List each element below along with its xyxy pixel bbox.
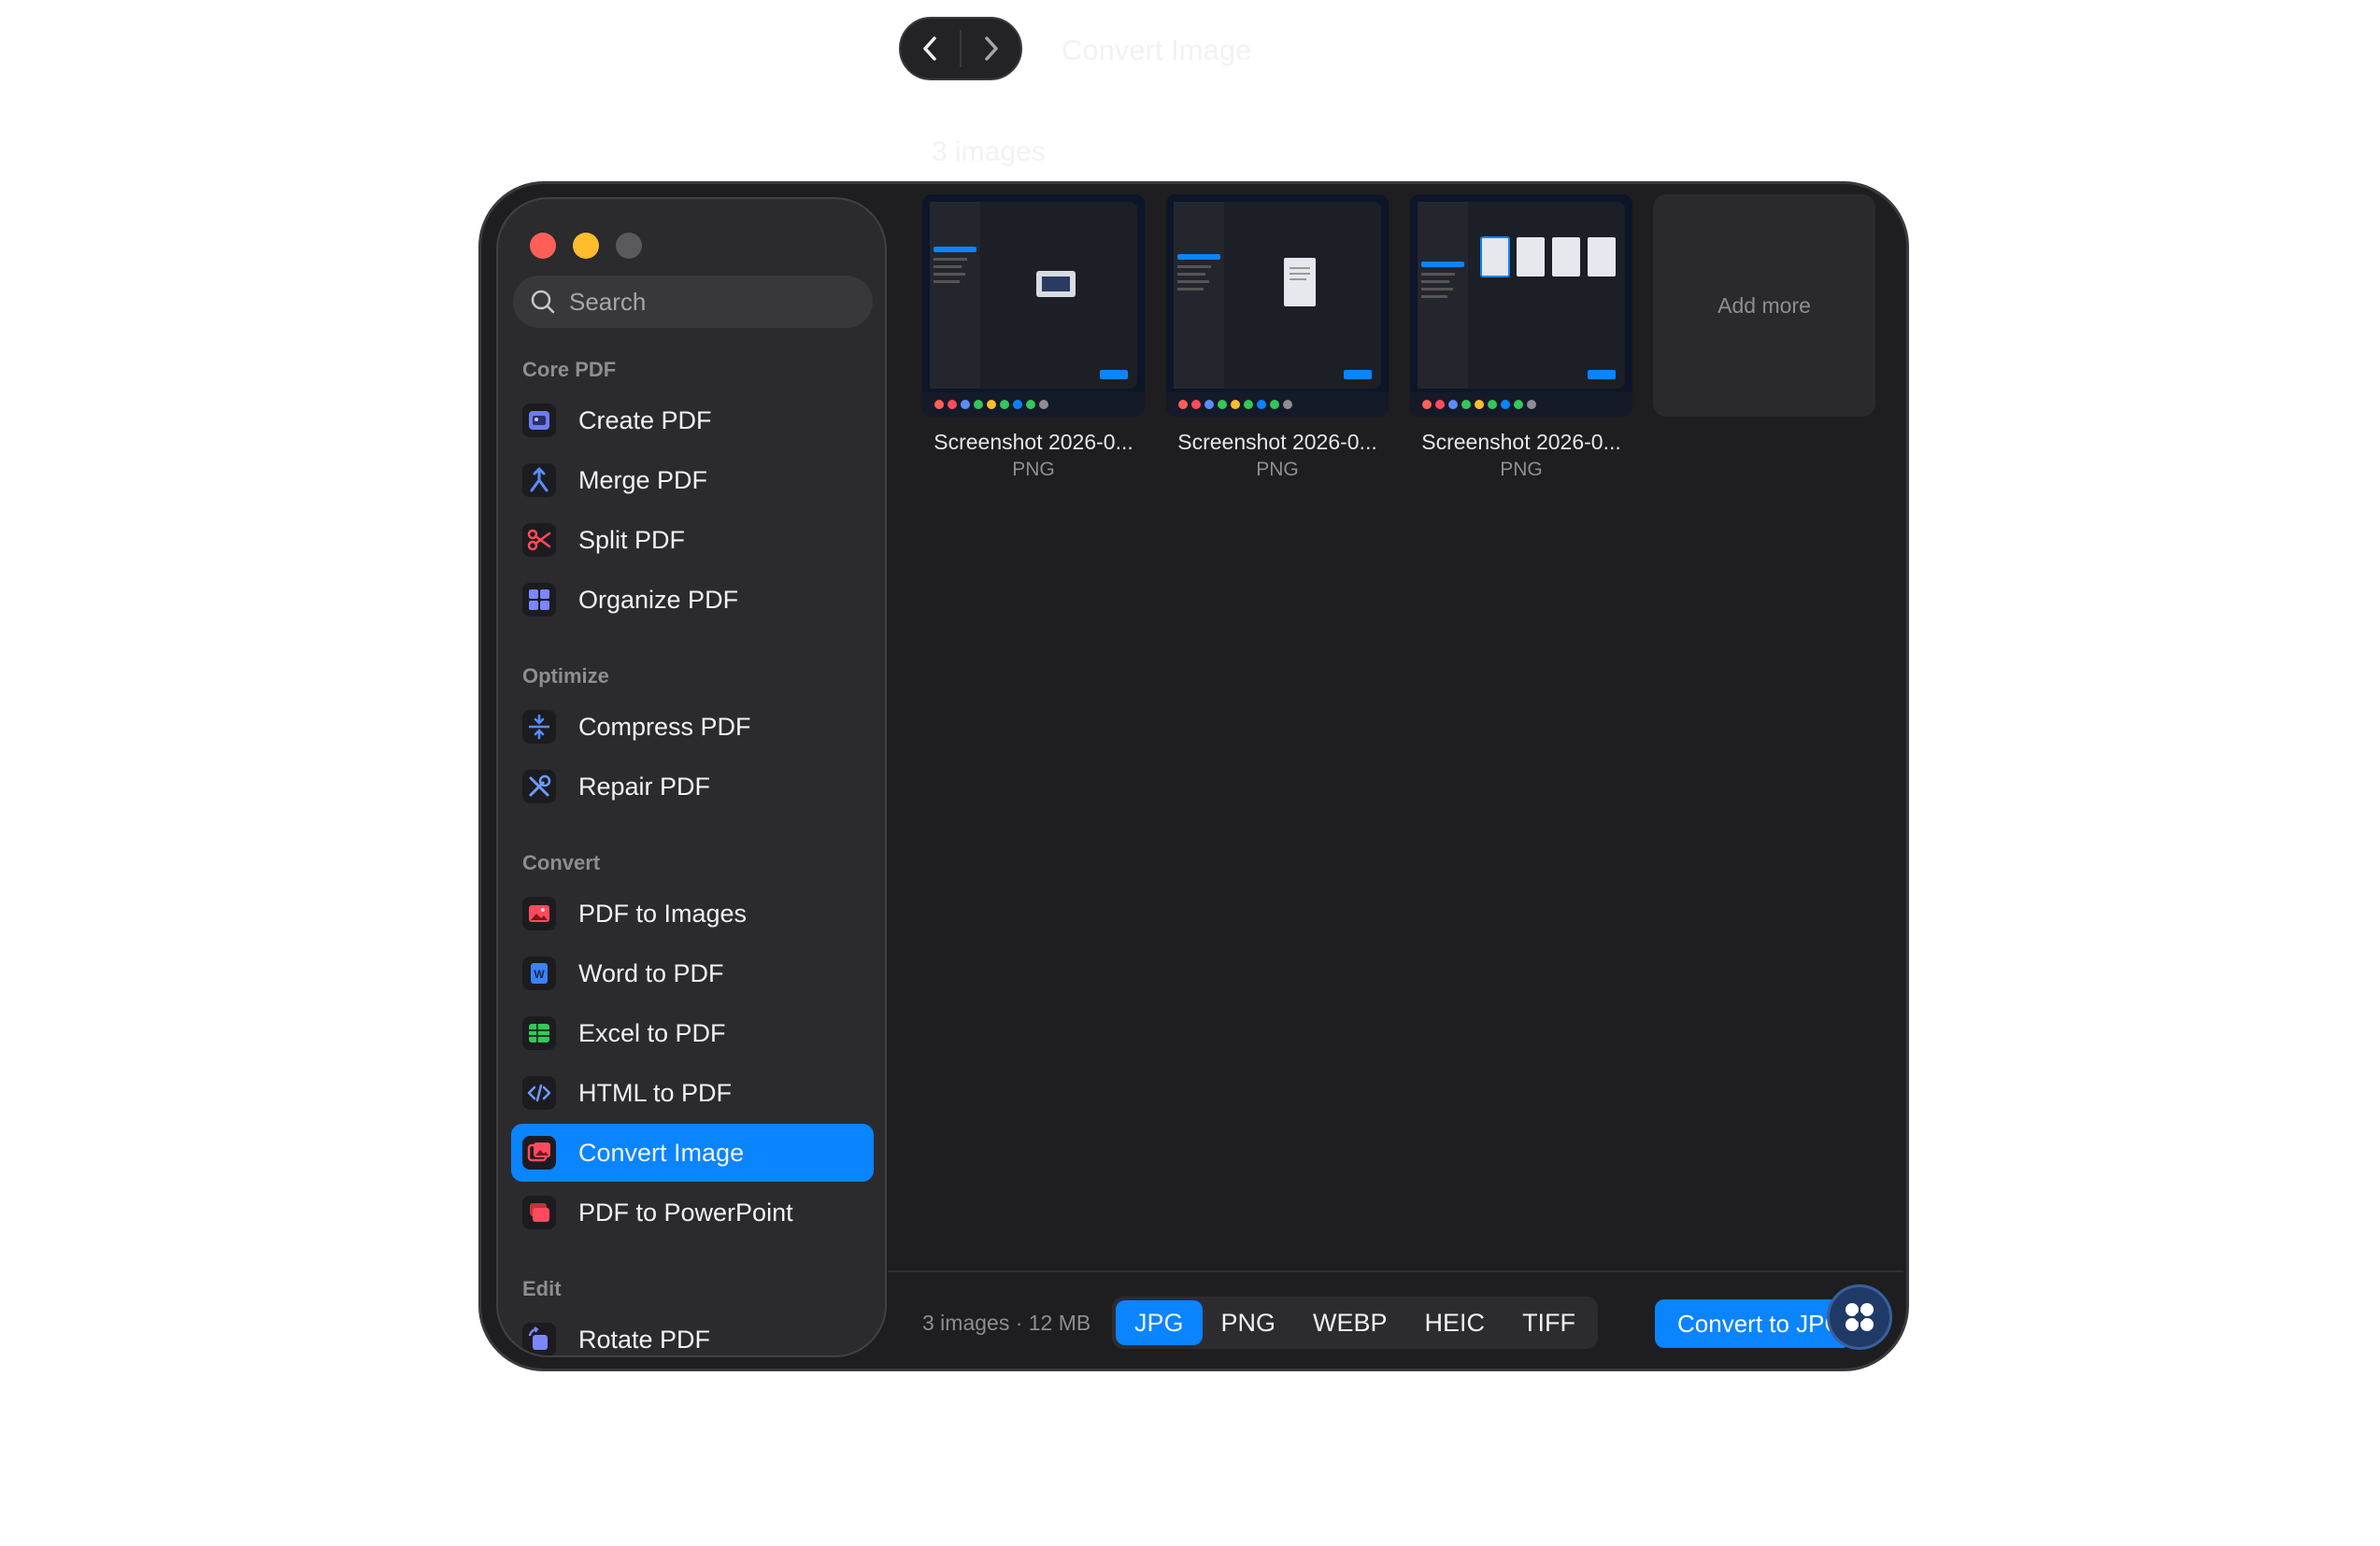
thumbnail-filename: Screenshot 2026-0...	[1177, 430, 1377, 454]
footer-divider	[888, 1270, 1903, 1272]
sidebar-item-merge-pdf[interactable]: Merge PDF	[511, 451, 874, 509]
sidebar-item-html-to-pdf[interactable]: HTML to PDF	[511, 1064, 874, 1122]
format-option-tiff[interactable]: TIFF	[1504, 1300, 1594, 1345]
image-thumbnail-1[interactable]: Screenshot 2026-0... PNG	[922, 194, 1145, 481]
format-option-heic[interactable]: HEIC	[1406, 1300, 1504, 1345]
sidebar-item-label: PDF to Images	[578, 899, 748, 928]
compress-icon	[522, 710, 556, 744]
sidebar-item-repair-pdf[interactable]: Repair PDF	[511, 758, 874, 816]
image-thumbnail-3[interactable]: Screenshot 2026-0... PNG	[1410, 194, 1632, 481]
forward-button[interactable]	[962, 19, 1020, 78]
sidebar-item-split-pdf[interactable]: Split PDF	[511, 511, 874, 569]
merge-icon	[522, 463, 556, 497]
search-icon	[531, 290, 555, 314]
image-thumbnail-2[interactable]: Screenshot 2026-0... PNG	[1166, 194, 1389, 481]
spreadsheet-icon	[522, 1016, 556, 1050]
minimize-window-button[interactable]	[573, 233, 599, 259]
clover-icon	[1846, 1303, 1874, 1331]
image-count-heading: 3 images	[932, 136, 1046, 167]
thumbnail-filetype: PNG	[1500, 459, 1543, 480]
section-label-edit: Edit	[522, 1277, 562, 1300]
sidebar-item-organize-pdf[interactable]: Organize PDF	[511, 571, 874, 629]
rotate-icon	[522, 1323, 556, 1355]
convert-button[interactable]: Convert to JPG	[1655, 1299, 1851, 1348]
section-label-convert: Convert	[522, 851, 601, 874]
section-label-core-pdf: Core PDF	[522, 358, 617, 381]
sidebar-item-excel-to-pdf[interactable]: Excel to PDF	[511, 1004, 874, 1062]
chevron-right-icon	[985, 36, 999, 61]
sidebar-item-pdf-to-images[interactable]: PDF to Images	[511, 885, 874, 943]
search-input[interactable]	[569, 287, 849, 317]
thumbnail-filename: Screenshot 2026-0...	[933, 430, 1133, 454]
image-icon	[522, 897, 556, 930]
sidebar-item-convert-image[interactable]: Convert Image	[511, 1124, 874, 1182]
add-more-button[interactable]: Add more	[1653, 194, 1875, 417]
sidebar-item-create-pdf[interactable]: Create PDF	[511, 391, 874, 449]
sidebar-item-label: PDF to PowerPoint	[578, 1198, 793, 1227]
chevron-left-icon	[922, 36, 936, 61]
back-button[interactable]	[901, 19, 960, 78]
sidebar-item-label: Convert Image	[578, 1138, 745, 1167]
thumbnail-preview	[922, 194, 1145, 417]
tools-icon	[522, 770, 556, 803]
thumbnail-filename: Screenshot 2026-0...	[1421, 430, 1621, 454]
sidebar-item-label: Organize PDF	[578, 585, 739, 614]
code-icon	[522, 1076, 556, 1110]
sidebar-item-label: HTML to PDF	[578, 1078, 733, 1107]
sidebar-item-label: Word to PDF	[578, 958, 724, 987]
navigation-buttons	[899, 17, 1022, 80]
sidebar-item-compress-pdf[interactable]: Compress PDF	[511, 698, 874, 756]
page-title: Convert Image	[1062, 34, 1252, 66]
sidebar-item-rotate-pdf[interactable]: Rotate PDF	[511, 1311, 874, 1355]
section-label-optimize: Optimize	[522, 664, 609, 688]
create-pdf-icon	[522, 404, 556, 437]
format-option-jpg[interactable]: JPG	[1116, 1300, 1203, 1345]
format-option-webp[interactable]: WEBP	[1294, 1300, 1406, 1345]
svg-text:W: W	[534, 968, 545, 981]
slides-icon	[522, 1196, 556, 1229]
sidebar-item-label: Rotate PDF	[578, 1325, 711, 1354]
search-box[interactable]	[513, 276, 873, 328]
grid-icon	[522, 583, 556, 617]
sidebar-item-pdf-to-powerpoint[interactable]: PDF to PowerPoint	[511, 1184, 874, 1241]
zoom-window-button[interactable]	[616, 233, 642, 259]
thumbnail-preview	[1166, 194, 1389, 417]
sidebar-item-word-to-pdf[interactable]: W Word to PDF	[511, 944, 874, 1002]
sidebar-item-label: Compress PDF	[578, 712, 751, 741]
sidebar-item-label: Repair PDF	[578, 772, 711, 801]
floating-action-button[interactable]	[1827, 1284, 1892, 1350]
scissors-icon	[522, 523, 556, 557]
sidebar: Core PDF Create PDF Merge PDF Split PDF …	[496, 197, 887, 1357]
format-option-png[interactable]: PNG	[1203, 1300, 1295, 1345]
convert-image-icon	[522, 1136, 556, 1170]
thumbnail-filetype: PNG	[1256, 459, 1299, 480]
sidebar-item-label: Merge PDF	[578, 465, 708, 494]
close-window-button[interactable]	[530, 233, 556, 259]
word-icon: W	[522, 957, 556, 990]
sidebar-item-label: Create PDF	[578, 405, 712, 434]
sidebar-item-label: Excel to PDF	[578, 1018, 726, 1047]
sidebar-item-label: Split PDF	[578, 525, 686, 554]
footer-summary: 3 images · 12 MB	[922, 1311, 1091, 1335]
thumbnail-preview	[1410, 194, 1632, 417]
format-segmented-control: JPG PNG WEBP HEIC TIFF	[1112, 1297, 1599, 1349]
thumbnail-filetype: PNG	[1012, 459, 1055, 480]
